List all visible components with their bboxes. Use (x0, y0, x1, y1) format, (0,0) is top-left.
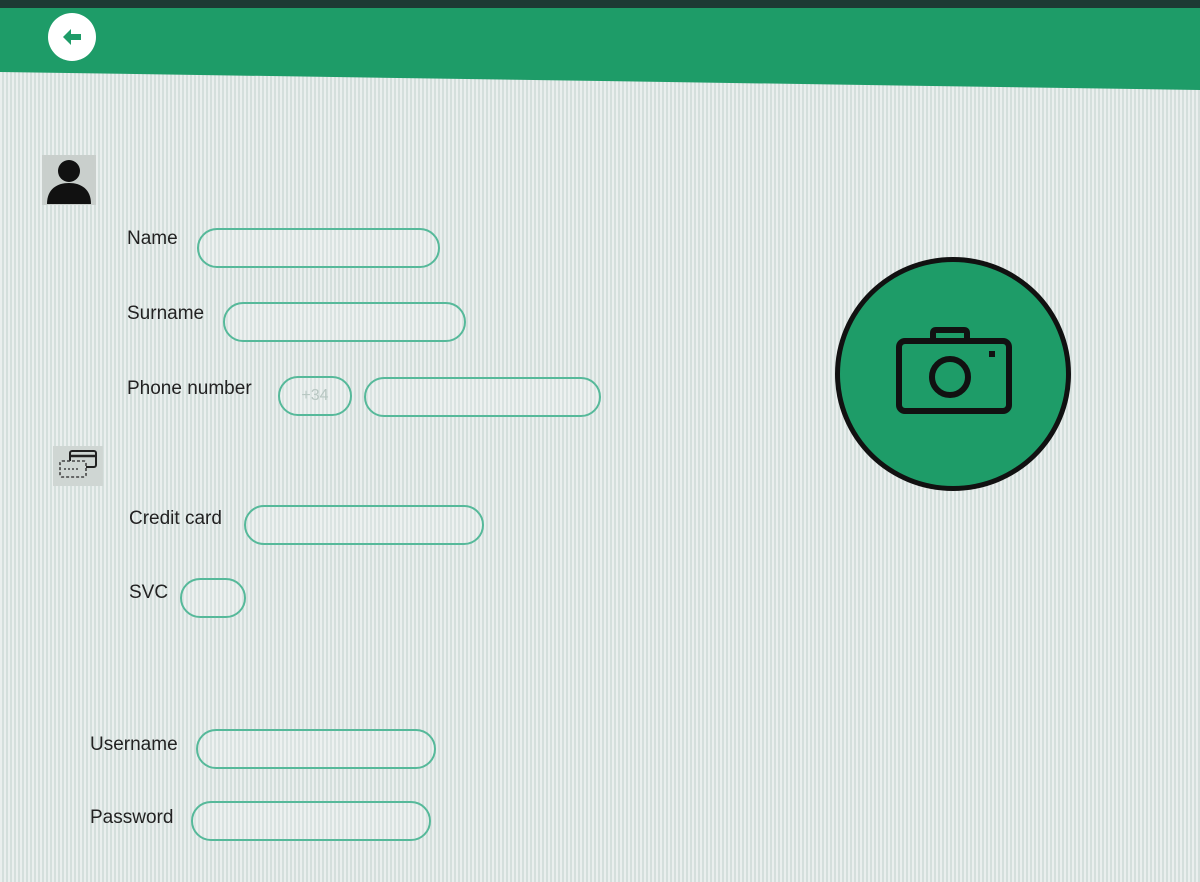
password-label: Password (90, 807, 174, 828)
name-label: Name (127, 228, 178, 249)
credit-card-label: Credit card (129, 508, 222, 529)
credit-card-field[interactable] (244, 505, 484, 545)
camera-button[interactable] (835, 257, 1071, 491)
surname-field[interactable] (223, 302, 466, 342)
camera-icon (896, 327, 1012, 414)
phone-prefix-field[interactable] (278, 376, 352, 416)
svc-label: SVC (129, 582, 169, 603)
header-top-edge (0, 0, 1200, 8)
name-field[interactable] (197, 228, 440, 268)
credit-card-icon (53, 446, 103, 486)
user-icon (42, 155, 96, 205)
back-button[interactable] (48, 13, 96, 61)
phone-number-field[interactable] (364, 377, 601, 417)
password-field[interactable] (191, 801, 431, 841)
username-field[interactable] (196, 729, 436, 769)
arrow-left-icon (63, 29, 81, 45)
phone-label: Phone number (127, 378, 252, 399)
surname-label: Surname (127, 303, 205, 324)
username-label: Username (90, 734, 178, 755)
svc-field[interactable] (180, 578, 246, 618)
header-bar (0, 0, 1200, 90)
